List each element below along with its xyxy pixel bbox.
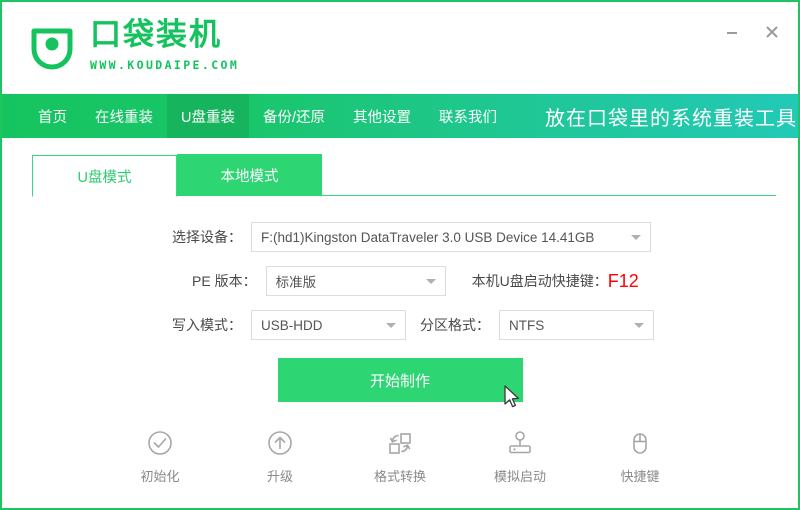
close-icon[interactable] — [760, 20, 784, 44]
pe-version-row: PE 版本： 标准版 本机U盘启动快捷键：F12 — [2, 266, 798, 296]
partition-format-select[interactable]: NTFS — [499, 310, 654, 340]
nav-item-other-settings[interactable]: 其他设置 — [339, 94, 425, 138]
device-label: 选择设备： — [172, 229, 242, 245]
chevron-down-icon — [386, 323, 396, 328]
pe-version-label: PE 版本： — [192, 273, 257, 289]
shield-dot-logo-icon — [26, 20, 78, 72]
tool-hotkeys[interactable]: 快捷键 — [607, 428, 673, 485]
tool-shortcuts: 初始化 升级 格式转换 模拟启动 快捷键 — [2, 428, 798, 485]
device-row: 选择设备： F:(hd1)Kingston DataTraveler 3.0 U… — [2, 222, 798, 252]
brand-logo: 口袋装机 WWW.KOUDAIPE.COM — [26, 20, 239, 72]
tab-local-mode[interactable]: 本地模式 — [177, 154, 322, 196]
main-nav: 首页 在线重装 U盘重装 备份/还原 其他设置 联系我们 放在口袋里的系统重装工… — [2, 94, 798, 138]
tool-upgrade-label: 升级 — [266, 469, 293, 484]
nav-item-backup-restore[interactable]: 备份/还原 — [249, 94, 339, 138]
tab-usb-mode[interactable]: U盘模式 — [32, 155, 177, 197]
tool-initialize[interactable]: 初始化 — [127, 428, 193, 485]
tool-simulate-boot-label: 模拟启动 — [493, 469, 546, 484]
write-mode-select[interactable]: USB-HDD — [251, 310, 406, 340]
usb-mode-form: 选择设备： F:(hd1)Kingston DataTraveler 3.0 U… — [2, 196, 798, 485]
tool-hotkeys-label: 快捷键 — [620, 469, 660, 484]
chevron-down-icon — [425, 279, 436, 284]
title-bar: 口袋装机 WWW.KOUDAIPE.COM — [2, 2, 798, 94]
joystick-icon — [505, 428, 535, 458]
app-window: 口袋装机 WWW.KOUDAIPE.COM 首页 在线重装 U盘重装 备份/还原… — [0, 0, 800, 510]
format-convert-icon — [385, 428, 415, 458]
check-circle-icon — [146, 428, 174, 458]
device-select-value: F:(hd1)Kingston DataTraveler 3.0 USB Dev… — [261, 229, 595, 245]
nav-item-online-reinstall[interactable]: 在线重装 — [81, 94, 167, 138]
tool-format-convert-label: 格式转换 — [373, 469, 426, 484]
tool-upgrade[interactable]: 升级 — [247, 428, 313, 485]
mode-tabs: U盘模式 本地模式 — [2, 152, 798, 197]
pe-version-select-value: 标准版 — [275, 275, 317, 290]
partition-format-label: 分区格式： — [420, 317, 490, 333]
brand-url: WWW.KOUDAIPE.COM — [90, 58, 240, 72]
window-controls — [720, 20, 784, 44]
device-select[interactable]: F:(hd1)Kingston DataTraveler 3.0 USB Dev… — [251, 222, 651, 252]
boot-hotkey-label: 本机U盘启动快捷键： — [471, 272, 608, 289]
start-make-button[interactable]: 开始制作 — [277, 358, 523, 402]
write-mode-label: 写入模式： — [172, 317, 242, 333]
partition-format-select-value: NTFS — [509, 317, 545, 333]
nav-item-home[interactable]: 首页 — [24, 94, 81, 138]
chevron-down-icon — [634, 323, 644, 328]
start-button-wrap: 开始制作 — [2, 358, 798, 402]
write-mode-row: 写入模式： USB-HDD 分区格式： NTFS — [2, 310, 798, 340]
pe-version-select[interactable]: 标准版 — [265, 266, 446, 296]
write-mode-select-value: USB-HDD — [261, 317, 323, 333]
tool-initialize-label: 初始化 — [140, 469, 180, 484]
brand-name: 口袋装机 — [90, 17, 222, 53]
nav-slogan: 放在口袋里的系统重装工具 — [545, 107, 798, 130]
nav-item-contact-us[interactable]: 联系我们 — [425, 94, 511, 138]
arrow-up-circle-icon — [266, 428, 294, 458]
minimize-icon[interactable] — [720, 20, 744, 44]
boot-hotkey-key: F12 — [607, 270, 639, 291]
boot-hotkey-info: 本机U盘启动快捷键：F12 — [472, 271, 639, 292]
chevron-down-icon — [631, 235, 641, 240]
tool-simulate-boot[interactable]: 模拟启动 — [487, 428, 553, 485]
tool-format-convert[interactable]: 格式转换 — [367, 428, 433, 485]
mouse-icon — [626, 428, 654, 458]
nav-item-usb-reinstall[interactable]: U盘重装 — [167, 94, 249, 138]
